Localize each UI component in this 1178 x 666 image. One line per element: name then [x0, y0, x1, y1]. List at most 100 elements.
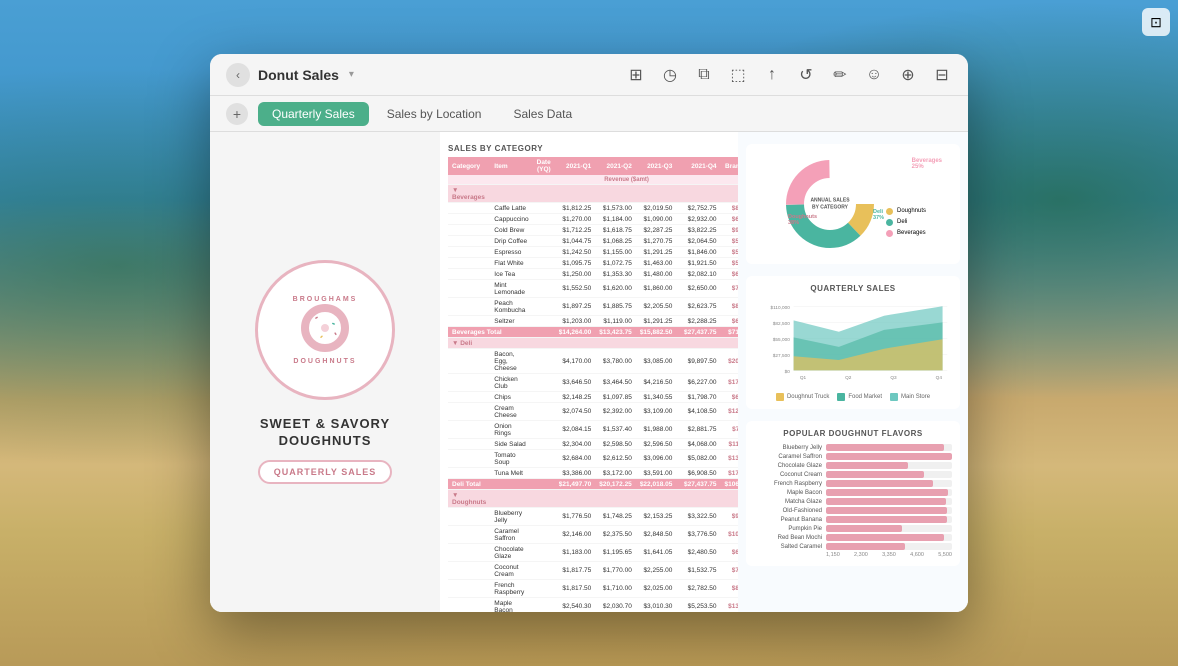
x-axis-label-1: 1,150: [826, 552, 840, 558]
share-icon[interactable]: ↑: [762, 65, 782, 85]
add-circle-icon[interactable]: ⊕: [898, 65, 918, 85]
tabs-bar: + Quarterly Sales Sales by Location Sale…: [210, 96, 968, 132]
emoji-icon[interactable]: ☺: [864, 65, 884, 85]
center-panel[interactable]: SALES BY CATEGORY Category Item Date (YQ…: [440, 132, 738, 612]
x-label-q3: Q3: [890, 375, 897, 380]
legend-dot-deli: [886, 219, 893, 226]
y-label-1: $110,000: [771, 305, 791, 310]
tab-sales-data[interactable]: Sales Data: [499, 102, 586, 126]
tab-sales-by-location[interactable]: Sales by Location: [373, 102, 496, 126]
table-row: Blueberry Jelly$1,776.50$1,748.25$2,153.…: [448, 508, 738, 526]
category-row-doughnuts: ▼ Doughnuts: [448, 490, 738, 508]
horizontal-bars: Blueberry Jelly Caramel Saffron Chocolat…: [754, 444, 952, 550]
document-title: Donut Sales: [258, 67, 339, 83]
quarterly-chart-svg: $110,000 $82,500 $55,000 $27,500 $0: [754, 299, 952, 389]
legend-label-doughnuts: Doughnuts: [897, 208, 926, 214]
th-q1: 2021-Q1: [555, 157, 596, 175]
legend-label-deli: Deli: [897, 219, 907, 225]
cat-beverages-spacer: [490, 185, 738, 203]
beverages-total-row: Beverages Total $14,264.00$13,423.75$15,…: [448, 327, 738, 338]
undo-icon[interactable]: ↺: [796, 65, 816, 85]
title-dropdown-arrow[interactable]: ▾: [349, 69, 354, 80]
table-row: Cold Brew$1,712.25$1,618.75$2,287.25$3,8…: [448, 225, 738, 236]
table-row: Cappuccino$1,270.00$1,184.00$1,090.00$2,…: [448, 214, 738, 225]
tab-quarterly-sales[interactable]: Quarterly Sales: [258, 102, 369, 126]
bar-maple-bacon: Maple Bacon: [754, 489, 952, 496]
bar-red-bean-mochi: Red Bean Mochi: [754, 534, 952, 541]
bar-caramel-saffron: Caramel Saffron: [754, 453, 952, 460]
pen-icon[interactable]: ✏: [830, 65, 850, 85]
x-axis-label-3: 3,350: [882, 552, 896, 558]
cat-doughnuts-label: ▼ Doughnuts: [448, 490, 490, 508]
bar-french-raspberry: French Raspberry: [754, 480, 952, 487]
x-axis-label-2: 2,300: [854, 552, 868, 558]
bar-matcha-glaze: Matcha Glaze: [754, 498, 952, 505]
camera-mode-icon[interactable]: ⬚: [728, 65, 748, 85]
legend-item-doughnuts: Doughnuts: [886, 208, 926, 215]
x-axis-labels: 1,150 2,300 3,350 4,600 5,500: [754, 552, 952, 558]
table-row: Maple Bacon$2,540.30$2,030.70$3,010.30$5…: [448, 598, 738, 613]
th-brand-total: Brand Total: [721, 157, 738, 175]
bar-salted-caramel: Salted Caramel: [754, 543, 952, 550]
table-row: Onion Rings$2,084.15$1,537.40$1,988.00$2…: [448, 421, 738, 439]
category-row-deli: ▼ Deli: [448, 338, 738, 349]
legend-box-doughnut-truck: [776, 393, 784, 401]
legend-text-main-store: Main Store: [901, 394, 930, 400]
bar-coconut-cream: Coconut Cream: [754, 471, 952, 478]
table-row: Caramel Saffron$2,146.00$2,375.50$2,848.…: [448, 526, 738, 544]
bar-blueberry-jelly: Blueberry Jelly: [754, 444, 952, 451]
titlebar-left: ‹ Donut Sales ▾: [226, 63, 614, 87]
logo-circle: BROUGHAMS DOUGHNUTS: [255, 260, 395, 400]
legend-label-beverages: Beverages: [897, 230, 926, 236]
screenshot-icon[interactable]: ⊡: [1142, 8, 1170, 36]
y-label-2: $82,500: [773, 321, 790, 326]
x-label-q4: Q4: [936, 375, 943, 380]
back-button[interactable]: ‹: [226, 63, 250, 87]
donut-legend: Beverages25% Doughnuts Deli Beverages: [886, 172, 926, 237]
quarterly-chart-title: QUARTERLY SALES: [754, 284, 952, 293]
quarterly-badge: QUARTERLY SALES: [258, 460, 393, 484]
deli-total-row: Deli Total $21,497.70$20,172.25$22,018.0…: [448, 479, 738, 490]
table-icon[interactable]: ⊞: [626, 65, 646, 85]
add-tab-button[interactable]: +: [226, 103, 248, 125]
popular-flavors-section: POPULAR DOUGHNUT FLAVORS Blueberry Jelly…: [746, 421, 960, 566]
table-row: Tomato Soup$2,684.00$2,612.50$3,096.00$5…: [448, 450, 738, 468]
logo-inner: BROUGHAMS DOUGHNUTS: [293, 296, 358, 365]
right-panel: ANNUAL SALESBY CATEGORY Doughnuts38% Del…: [738, 132, 968, 612]
legend-box-food-market: [837, 393, 845, 401]
legend-item-beverages: Beverages: [886, 230, 926, 237]
legend-food-market: Food Market: [837, 393, 882, 401]
table-row: Caffe Latte$1,812.25$1,573.00$2,019.50$2…: [448, 203, 738, 214]
app-window: ‹ Donut Sales ▾ ⊞ ◷ ⧉ ⬚ ↑ ↺ ✏ ☺ ⊕ ⊟ + Qu…: [210, 54, 968, 612]
save-icon[interactable]: ⊟: [932, 65, 952, 85]
table-row: Flat White$1,095.75$1,072.75$1,463.00$1,…: [448, 258, 738, 269]
table-header-row-1: Category Item Date (YQ) 2021-Q1 2021-Q2 …: [448, 157, 738, 175]
cat-deli-label: ▼ Deli: [448, 338, 490, 349]
table-row: Coconut Cream$1,817.75$1,770.00$2,255.00…: [448, 562, 738, 580]
legend-item-deli: Deli: [886, 219, 926, 226]
legend-dot-beverages: [886, 230, 893, 237]
deli-pct: Deli37%: [873, 209, 884, 221]
y-label-3: $55,000: [773, 337, 790, 342]
quarterly-sales-chart-section: QUARTERLY SALES $110,000 $82,500 $55,000…: [746, 276, 960, 409]
clock-icon[interactable]: ◷: [660, 65, 680, 85]
category-row-beverages: ▼ Beverages: [448, 185, 738, 203]
table-row: Side Salad$2,304.00$2,598.50$2,596.50$4,…: [448, 439, 738, 450]
table-row: Mint Lemonade$1,552.50$1,620.00$1,860.00…: [448, 280, 738, 298]
x-label-q1: Q1: [800, 375, 807, 380]
legend-main-store: Main Store: [890, 393, 930, 401]
bar-chocolate-glaze: Chocolate Glaze: [754, 462, 952, 469]
legend-box-main-store: [890, 393, 898, 401]
x-axis-label-5: 5,500: [938, 552, 952, 558]
legend-text-doughnut-truck: Doughnut Truck: [787, 394, 829, 400]
left-panel: BROUGHAMS DOUGHNUTS SW: [210, 132, 440, 612]
table-row: Seltzer$1,203.00$1,119.00$1,291.25$2,288…: [448, 316, 738, 327]
sales-table: Category Item Date (YQ) 2021-Q1 2021-Q2 …: [448, 157, 738, 612]
sub-header-empty: [721, 175, 738, 185]
y-label-4: $27,500: [773, 353, 790, 358]
copy-icon[interactable]: ⧉: [694, 65, 714, 85]
table-row: Chips$2,148.25$1,097.85$1,340.55$1,798.7…: [448, 392, 738, 403]
store-name: SWEET & SAVORY DOUGHNUTS: [260, 416, 390, 450]
quarterly-chart-area: $110,000 $82,500 $55,000 $27,500 $0: [754, 299, 952, 389]
table-row: Ice Tea$1,250.00$1,353.30$1,480.00$2,082…: [448, 269, 738, 280]
